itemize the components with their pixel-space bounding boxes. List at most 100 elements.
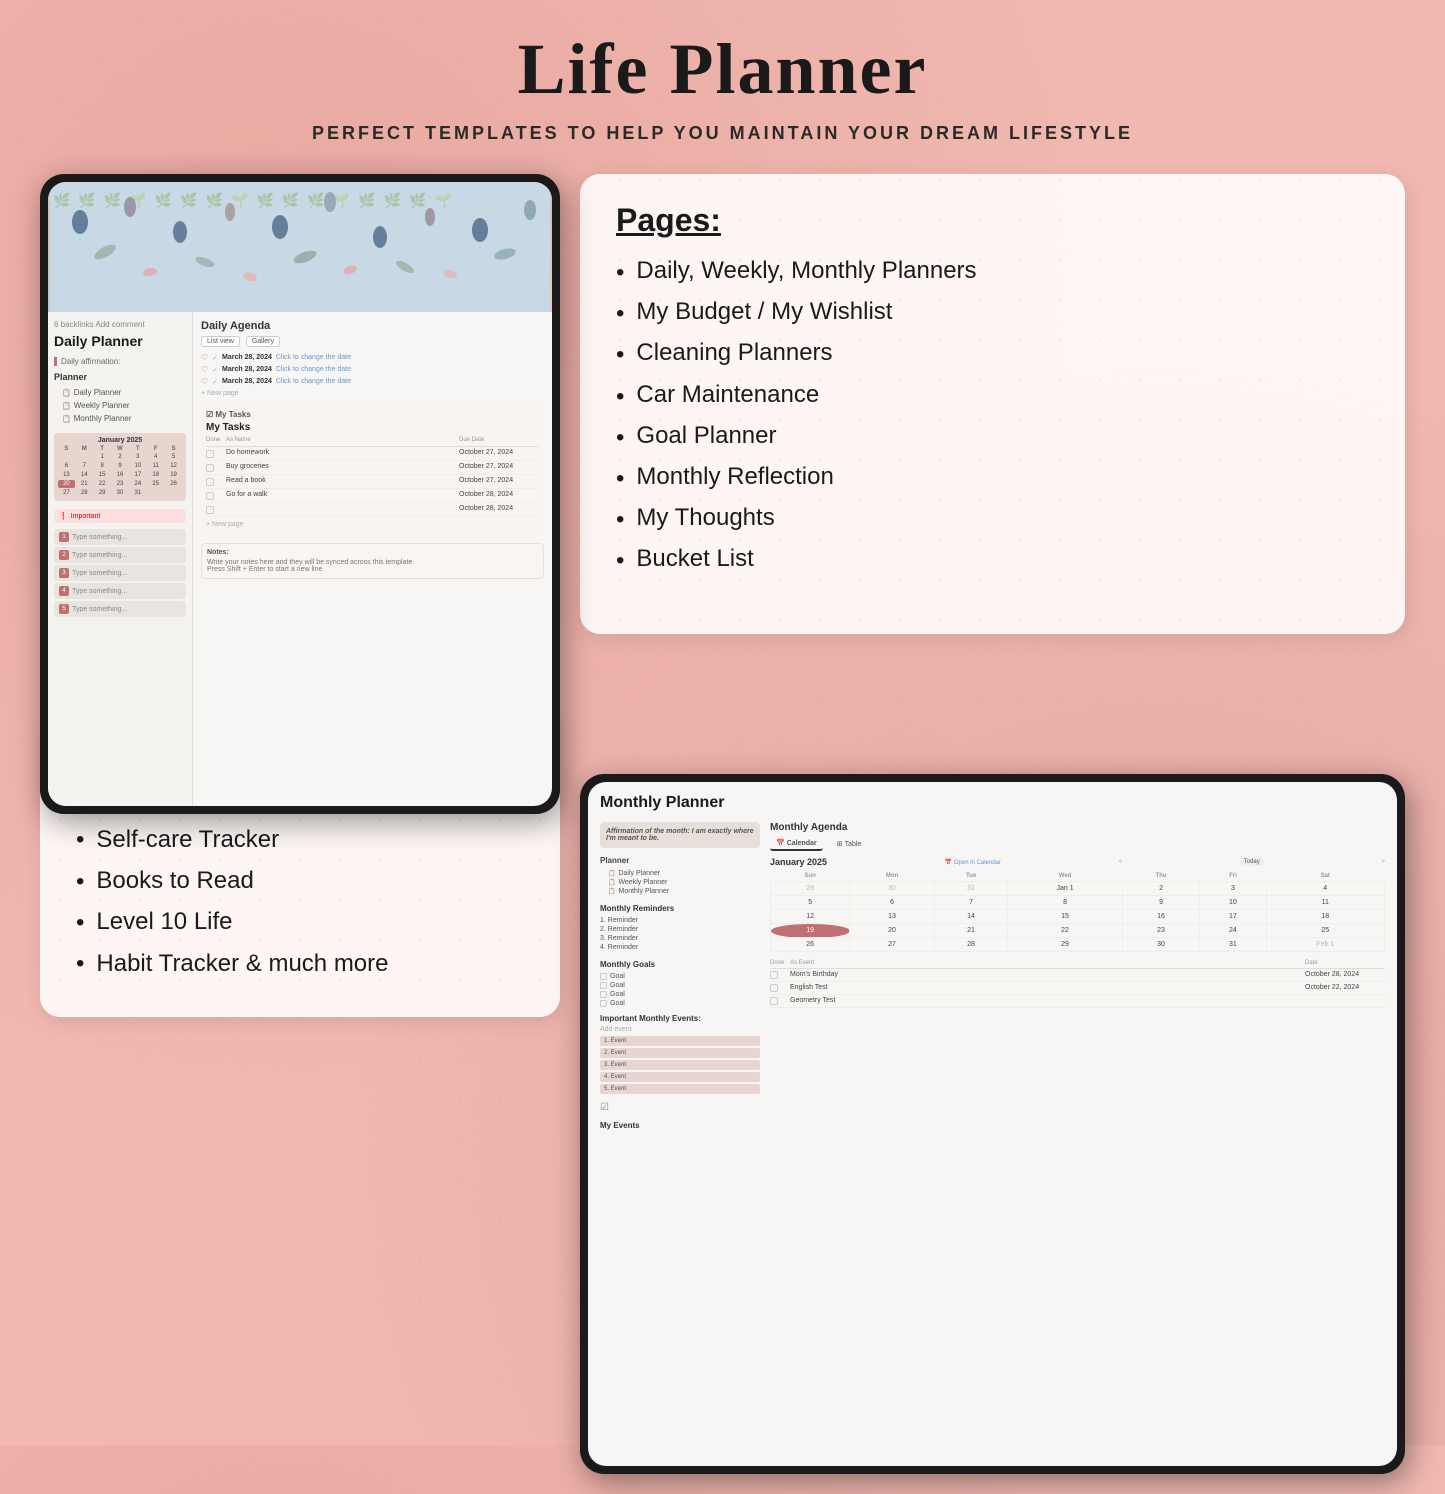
monthly-events-section: Important Monthly Events: Add event 1. E… [600, 1014, 760, 1094]
type-item-4[interactable]: 4Type something... [54, 583, 186, 599]
page-item-6: •Monthly Reflection [616, 463, 1369, 494]
affirmation-label: Daily affirmation: [54, 357, 186, 366]
page-item-1: •Daily, Weekly, Monthly Planners [616, 257, 1369, 288]
view-toggle: List view Gallery [201, 336, 544, 347]
bottom-item-3: •Self-care Tracker [76, 824, 524, 855]
event-2: 2. Event [600, 1048, 760, 1058]
type-item-5[interactable]: 5Type something... [54, 601, 186, 617]
sidebar-nav: Daily Planner Weekly Planner Monthly Pla… [54, 386, 186, 425]
pages-heading: Pages: [616, 202, 1369, 239]
monthly-planner-tablet: Monthly Planner Affirmation of the month… [580, 774, 1405, 1474]
add-event-btn[interactable]: Add event [600, 1026, 760, 1033]
notes-text: Write your notes here and they will be s… [207, 559, 538, 573]
goal-4: Goal [600, 999, 760, 1008]
monthly-planner-title: Monthly Planner [600, 794, 1385, 812]
monthly-left-col: Affirmation of the month: I am exactly w… [600, 822, 760, 1454]
agenda-item-3: ♡ ✓ March 28, 2024 Click to change the d… [201, 377, 544, 386]
type-items: 1Type something... 2Type something... 3T… [54, 529, 186, 617]
monthly-right-col: Monthly Agenda 📅 Calendar ⊞ Table Januar… [770, 822, 1385, 1454]
reminders-section: Monthly Reminders 1. Reminder 2. Reminde… [600, 904, 760, 952]
new-page-btn-1[interactable]: + New page [201, 390, 544, 397]
sidebar-nav-daily[interactable]: Daily Planner [54, 386, 186, 399]
page-title: Life Planner [0, 0, 1445, 111]
goal-2: Goal [600, 981, 760, 990]
tasks-icon-title: ☑ My Tasks [206, 410, 539, 419]
open-calendar-btn[interactable]: 📅 Open in Calendar [945, 859, 1001, 866]
event-row-1: Mom's BirthdayOctober 28, 2024 [770, 969, 1385, 982]
monthly-icon: ☑ [600, 1102, 760, 1113]
type-item-1[interactable]: 1Type something... [54, 529, 186, 545]
monthly-calendar: SunMonTueWedThuFriSat 293031Jan 1234 567… [770, 871, 1385, 952]
bottom-item-6: •Habit Tracker & much more [76, 948, 524, 979]
daily-agenda-title: Daily Agenda [201, 320, 544, 332]
event-1: 1. Event [600, 1036, 760, 1046]
tablet-banner [48, 182, 552, 312]
daily-main-content: Daily Agenda List view Gallery ♡ ✓ March… [193, 312, 552, 806]
reminder-3: 3. Reminder [600, 934, 760, 943]
reminder-2: 2. Reminder [600, 925, 760, 934]
task-row-4: Go for a walkOctober 28, 2024 [206, 489, 539, 503]
notes-section: Notes: Write your notes here and they wi… [201, 543, 544, 579]
task-row-2: Buy groceriesOctober 27, 2024 [206, 461, 539, 475]
agenda-tabs: 📅 Calendar ⊞ Table [770, 837, 1385, 851]
pages-panel: Pages: •Daily, Weekly, Monthly Planners … [580, 174, 1405, 634]
new-page-btn-2[interactable]: + New page [206, 521, 539, 528]
tab-table[interactable]: ⊞ Table [831, 837, 868, 851]
event-row-3: Geometry Test [770, 995, 1385, 1008]
today-btn[interactable]: Today [1240, 858, 1264, 866]
event-4: 4. Event [600, 1072, 760, 1082]
goals-section: Monthly Goals Goal Goal Goal Goal [600, 960, 760, 1008]
goal-3: Goal [600, 990, 760, 999]
tasks-title: My Tasks [206, 422, 539, 433]
page-item-4: •Car Maintenance [616, 381, 1369, 412]
task-row-1: Do homeworkOctober 27, 2024 [206, 447, 539, 461]
reminder-1: 1. Reminder [600, 916, 760, 925]
daily-sidebar: 6 backlinks Add comment Daily Planner Da… [48, 312, 193, 806]
banner-svg [48, 182, 552, 312]
list-view-btn[interactable]: List view [201, 336, 240, 347]
gallery-view-btn[interactable]: Gallery [246, 336, 280, 347]
daily-planner-tablet: 6 backlinks Add comment Daily Planner Da… [40, 174, 560, 814]
sidebar-meta: 6 backlinks Add comment [54, 320, 186, 329]
sidebar-daily-title: Daily Planner [54, 333, 186, 349]
bottom-item-4: •Books to Read [76, 866, 524, 897]
agenda-header: Monthly Agenda [770, 822, 1385, 833]
page-item-3: •Cleaning Planners [616, 339, 1369, 370]
goal-1: Goal [600, 972, 760, 981]
task-row-3: Read a bookOctober 27, 2024 [206, 475, 539, 489]
tab-calendar[interactable]: 📅 Calendar [770, 837, 823, 851]
bottom-item-5: • Level 10 Life [76, 907, 524, 938]
events-header: DoneAs EventDate [770, 960, 1385, 969]
tasks-header: DoneAs NameDue Date [206, 437, 539, 447]
my-events-section: My Events [600, 1121, 760, 1130]
reminder-4: 4. Reminder [600, 943, 760, 952]
page-item-8: •Bucket List [616, 545, 1369, 576]
page-item-7: •My Thoughts [616, 504, 1369, 535]
page-item-2: •My Budget / My Wishlist [616, 298, 1369, 329]
monthly-nav-weekly[interactable]: Weekly Planner [600, 878, 760, 887]
event-5: 5. Event [600, 1084, 760, 1094]
task-row-5: October 28, 2024 [206, 503, 539, 517]
sidebar-nav-monthly[interactable]: Monthly Planner [54, 412, 186, 425]
agenda-item-1: ♡ ✓ March 28, 2024 Click to change the d… [201, 353, 544, 362]
important-badge: ❗ Important [54, 509, 186, 523]
notes-label: Notes: [207, 549, 538, 556]
month-label: January 2025 [770, 857, 827, 867]
monthly-nav-monthly[interactable]: Monthly Planner [600, 887, 760, 896]
page-subtitle: PERFECT TEMPLATES TO HELP YOU MAINTAIN Y… [0, 123, 1445, 144]
month-label-row: January 2025 📅 Open in Calendar < Today … [770, 857, 1385, 867]
monthly-nav-daily[interactable]: Daily Planner [600, 869, 760, 878]
monthly-planner-nav-label: Planner [600, 856, 760, 865]
monthly-affirmation: Affirmation of the month: I am exactly w… [600, 822, 760, 848]
agenda-item-2: ♡ ✓ March 28, 2024 Click to change the d… [201, 365, 544, 374]
planner-label: Planner [54, 372, 186, 382]
sidebar-nav-weekly[interactable]: Weekly Planner [54, 399, 186, 412]
agenda-items: ♡ ✓ March 28, 2024 Click to change the d… [201, 353, 544, 386]
mini-calendar: January 2025 SMTWTFS 12345 6789101112 13… [54, 433, 186, 501]
event-row-2: English TestOctober 22, 2024 [770, 982, 1385, 995]
page-item-5: •Goal Planner [616, 422, 1369, 453]
type-item-3[interactable]: 3Type something... [54, 565, 186, 581]
pages-list: •Daily, Weekly, Monthly Planners •My Bud… [616, 257, 1369, 577]
type-item-2[interactable]: 2Type something... [54, 547, 186, 563]
tasks-section: ☑ My Tasks My Tasks DoneAs NameDue Date … [201, 405, 544, 537]
